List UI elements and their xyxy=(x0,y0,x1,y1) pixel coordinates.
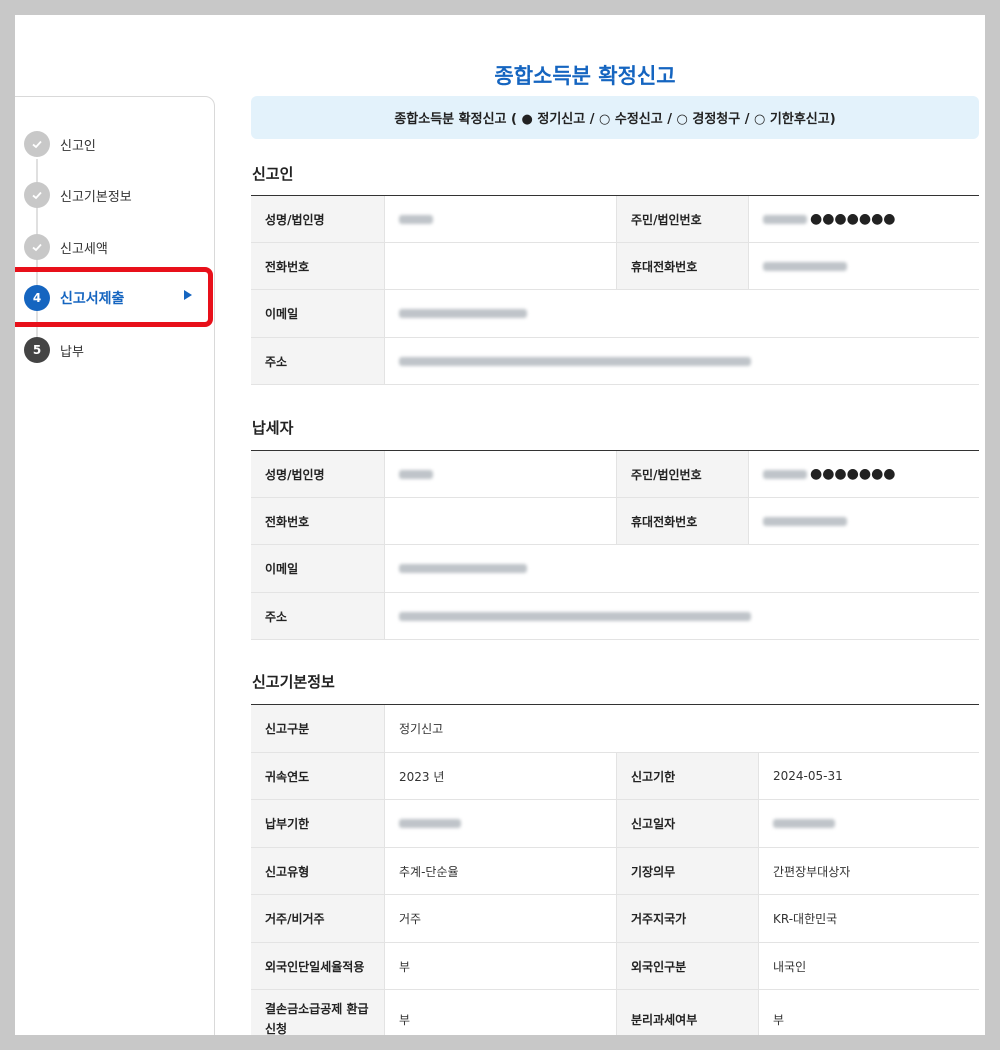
table-row: 성명/법인명 주민/법인번호 ●●●●●●● xyxy=(251,196,979,243)
flat-tax-rate-label: 외국인단일세율적용 xyxy=(251,943,384,989)
tax-year-value: 2023 년 xyxy=(384,753,616,799)
table-row: 주소 xyxy=(251,593,979,640)
name-value xyxy=(384,196,616,242)
step-label: 신고인 xyxy=(60,138,96,154)
check-icon xyxy=(24,131,50,157)
filing-date-value xyxy=(758,800,979,847)
highlight-box xyxy=(15,267,213,327)
loss-carryback-value: 부 xyxy=(384,990,616,1035)
bookkeeping-duty-value: 간편장부대상자 xyxy=(758,848,979,894)
mobile-label: 휴대전화번호 xyxy=(616,243,748,289)
filing-type-banner: 종합소득분 확정신고 ( ● 정기신고 / ○ 수정신고 / ○ 경정청구 / … xyxy=(251,96,979,139)
table-row: 결손금소급공제 환급신청 부 분리과세여부 부 xyxy=(251,990,979,1035)
section-title-reporter: 신고인 xyxy=(252,165,294,183)
address-label: 주소 xyxy=(251,593,384,639)
filing-deadline-value: 2024-05-31 xyxy=(758,753,979,799)
filing-date-label: 신고일자 xyxy=(616,800,758,847)
foreigner-type-value: 내국인 xyxy=(758,943,979,989)
residence-country-label: 거주지국가 xyxy=(616,895,758,942)
table-row: 거주/비거주 거주 거주지국가 KR-대한민국 xyxy=(251,895,979,943)
table-row: 주소 xyxy=(251,338,979,385)
check-icon xyxy=(24,182,50,208)
table-row: 이메일 xyxy=(251,545,979,593)
name-value xyxy=(384,451,616,497)
email-label: 이메일 xyxy=(251,290,384,337)
tax-year-label: 귀속연도 xyxy=(251,753,384,799)
email-label: 이메일 xyxy=(251,545,384,592)
step-label: 납부 xyxy=(60,344,84,360)
taxpayer-table: 성명/법인명 주민/법인번호 ●●●●●●● 전화번호 휴대전화번호 이메일 주… xyxy=(251,450,979,640)
filing-deadline-label: 신고기한 xyxy=(616,753,758,799)
section-title-basic-info: 신고기본정보 xyxy=(252,673,335,691)
address-value xyxy=(384,593,979,639)
mobile-value xyxy=(748,498,979,544)
filing-category-value: 정기신고 xyxy=(384,705,979,752)
step-number: 5 xyxy=(24,337,50,363)
step-reporter[interactable]: 신고인 xyxy=(24,131,96,157)
phone-label: 전화번호 xyxy=(251,498,384,544)
email-value xyxy=(384,545,979,592)
flat-tax-rate-value: 부 xyxy=(384,943,616,989)
filing-category-label: 신고구분 xyxy=(251,705,384,752)
mobile-label: 휴대전화번호 xyxy=(616,498,748,544)
residence-country-value: KR-대한민국 xyxy=(758,895,979,942)
id-label: 주민/법인번호 xyxy=(616,196,748,242)
id-value: ●●●●●●● xyxy=(748,196,979,242)
step-label: 신고세액 xyxy=(60,241,108,257)
phone-value xyxy=(384,498,616,544)
step-basic-info[interactable]: 신고기본정보 xyxy=(24,182,132,208)
table-row: 귀속연도 2023 년 신고기한 2024-05-31 xyxy=(251,753,979,800)
name-label: 성명/법인명 xyxy=(251,451,384,497)
name-label: 성명/법인명 xyxy=(251,196,384,242)
step-tax-amount[interactable]: 신고세액 xyxy=(24,234,108,260)
loss-carryback-label: 결손금소급공제 환급신청 xyxy=(251,990,384,1035)
email-value xyxy=(384,290,979,337)
table-row: 성명/법인명 주민/법인번호 ●●●●●●● xyxy=(251,451,979,498)
foreigner-type-label: 외국인구분 xyxy=(616,943,758,989)
step-payment[interactable]: 5 납부 xyxy=(24,337,84,363)
phone-label: 전화번호 xyxy=(251,243,384,289)
step-label: 신고기본정보 xyxy=(60,189,132,205)
table-row: 신고구분 정기신고 xyxy=(251,705,979,753)
separate-taxation-value: 부 xyxy=(758,990,979,1035)
table-row: 이메일 xyxy=(251,290,979,338)
address-value xyxy=(384,338,979,384)
address-label: 주소 xyxy=(251,338,384,384)
id-value: ●●●●●●● xyxy=(748,451,979,497)
step-sidebar: 신고인 신고기본정보 신고세액 4 신고서제출 5 납부 xyxy=(15,96,215,1035)
phone-value xyxy=(384,243,616,289)
bookkeeping-duty-label: 기장의무 xyxy=(616,848,758,894)
residency-value: 거주 xyxy=(384,895,616,942)
filing-type-label: 신고유형 xyxy=(251,848,384,894)
payment-deadline-value xyxy=(384,800,616,847)
filing-type-value: 추계-단순율 xyxy=(384,848,616,894)
basic-info-table: 신고구분 정기신고 귀속연도 2023 년 신고기한 2024-05-31 납부… xyxy=(251,704,979,1035)
reporter-table: 성명/법인명 주민/법인번호 ●●●●●●● 전화번호 휴대전화번호 이메일 주… xyxy=(251,195,979,385)
table-row: 전화번호 휴대전화번호 xyxy=(251,243,979,290)
page-title: 종합소득분 확정신고 xyxy=(494,64,676,88)
id-label: 주민/법인번호 xyxy=(616,451,748,497)
payment-deadline-label: 납부기한 xyxy=(251,800,384,847)
table-row: 외국인단일세율적용 부 외국인구분 내국인 xyxy=(251,943,979,990)
check-icon xyxy=(24,234,50,260)
table-row: 납부기한 신고일자 xyxy=(251,800,979,848)
mobile-value xyxy=(748,243,979,289)
residency-label: 거주/비거주 xyxy=(251,895,384,942)
table-row: 전화번호 휴대전화번호 xyxy=(251,498,979,545)
separate-taxation-label: 분리과세여부 xyxy=(616,990,758,1035)
tax-filing-page: 종합소득분 확정신고 신고인 신고기본정보 신고세액 4 신고서제출 5 납부 … xyxy=(15,15,985,1035)
section-title-taxpayer: 납세자 xyxy=(252,419,294,437)
table-row: 신고유형 추계-단순율 기장의무 간편장부대상자 xyxy=(251,848,979,895)
